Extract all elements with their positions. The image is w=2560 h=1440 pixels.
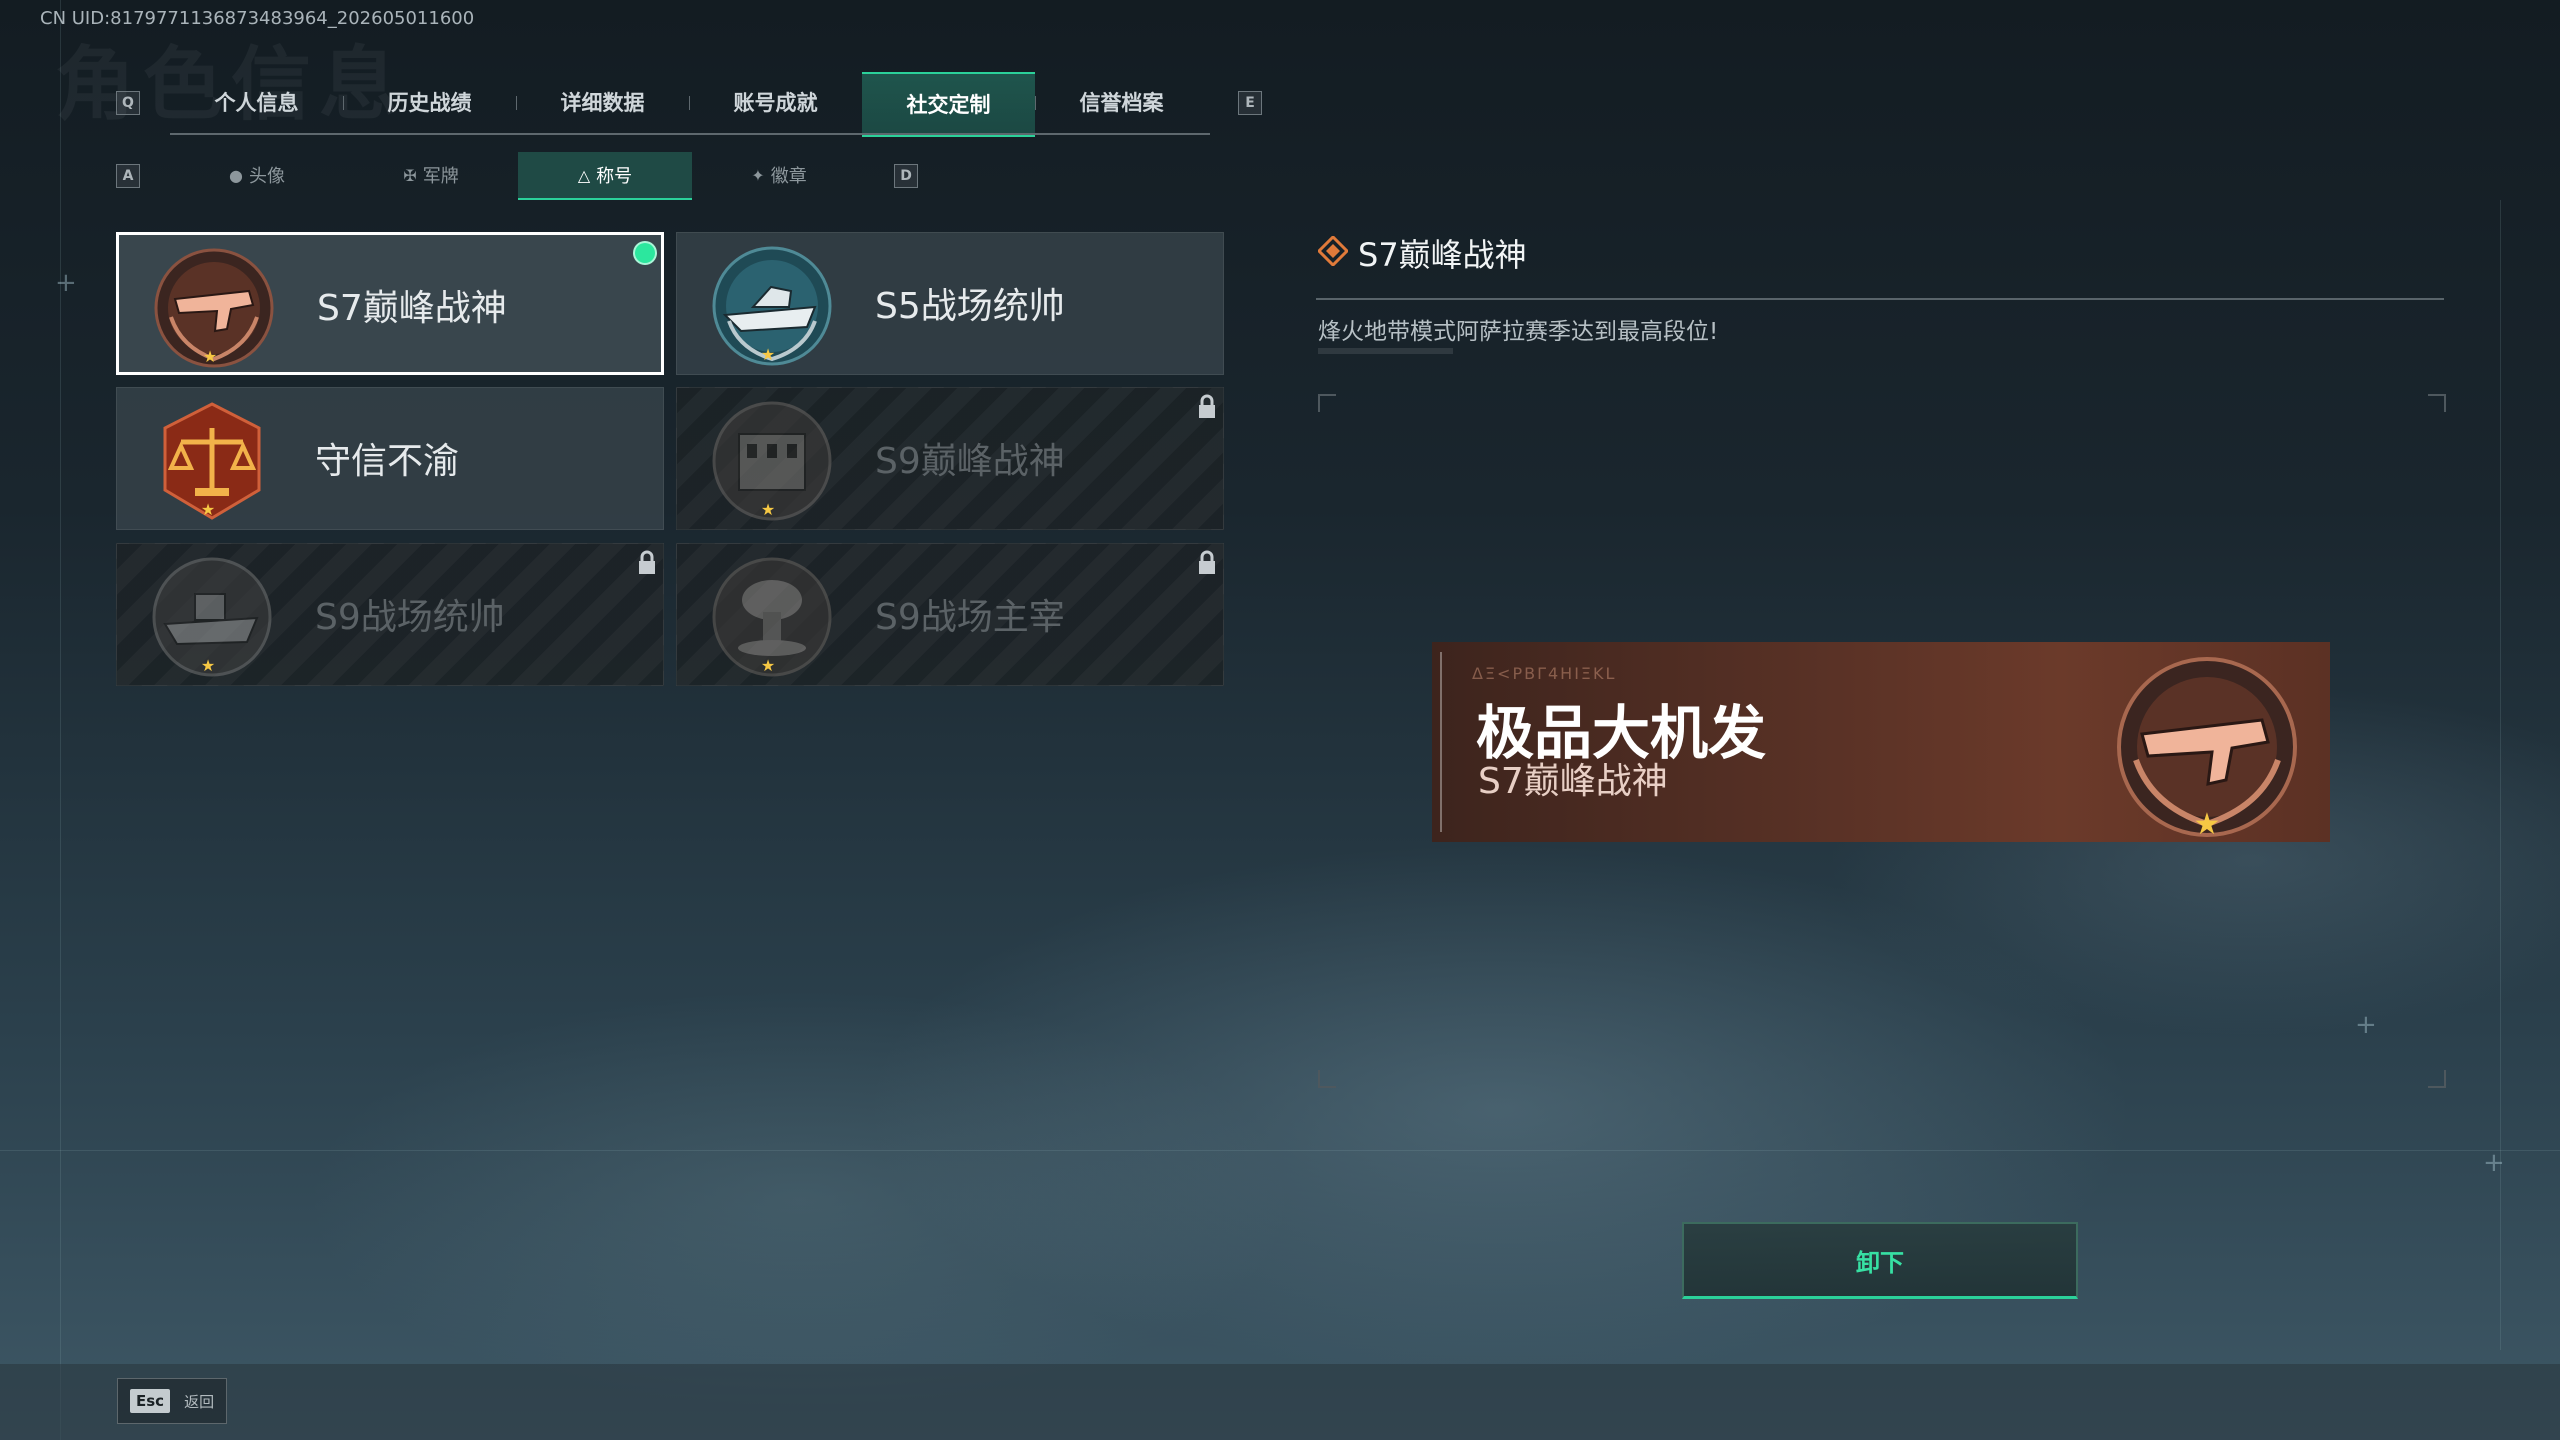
detail-description: 烽火地带模式阿萨拉赛季达到最高段位!	[1318, 319, 1719, 345]
sub-tab-bar: ● 头像 ✠ 军牌 △ 称号 ✦ 徽章	[170, 152, 866, 200]
prev-subtab-key[interactable]: A	[116, 164, 140, 188]
title-preview-banner: ΔΞ<ΡΒΓ4ΗΙΞΚL 极品大机发 S7巅峰战神 ★	[1432, 642, 2330, 842]
unequip-button[interactable]: 卸下	[1682, 1222, 2078, 1299]
subtab-title[interactable]: △ 称号	[518, 152, 692, 200]
badge-icon: ✦	[751, 165, 765, 185]
tab-social-custom[interactable]: 社交定制	[862, 72, 1035, 137]
lock-icon	[1199, 394, 1215, 418]
prev-tab-key[interactable]: Q	[116, 91, 140, 115]
subtab-avatar-label: 头像	[248, 166, 285, 187]
panel-corner	[1318, 1070, 1336, 1088]
panel-corner	[1318, 394, 1336, 412]
equipped-indicator	[633, 241, 657, 265]
title-card-s9-peak[interactable]: ★ S9巅峰战神	[676, 387, 1224, 530]
lock-icon	[639, 550, 655, 574]
next-subtab-key[interactable]: D	[894, 164, 918, 188]
svg-text:★: ★	[2194, 807, 2221, 842]
tab-achievements[interactable]: 账号成就	[689, 72, 862, 132]
star-icon: ★	[760, 345, 776, 364]
subtab-dogtag[interactable]: ✠ 军牌	[344, 152, 518, 198]
star-icon: ★	[200, 656, 216, 675]
star-icon: ★	[760, 656, 776, 675]
banner-bracket	[1440, 652, 1454, 832]
panel-corner	[2428, 1070, 2446, 1088]
next-tab-key[interactable]: E	[1238, 91, 1262, 115]
subtab-badge-label: 徽章	[770, 166, 807, 187]
title-name: 守信不渝	[315, 441, 460, 482]
title-name: S9战场主宰	[875, 597, 1065, 638]
star-icon: ★	[202, 347, 218, 366]
preview-title: S7巅峰战神	[1478, 761, 1668, 802]
esc-key: Esc	[130, 1389, 171, 1413]
subtab-dogtag-label: 军牌	[422, 166, 459, 187]
tab-credit-file[interactable]: 信誉档案	[1035, 72, 1208, 132]
title-card-s5-commander[interactable]: ★ S5战场统帅	[676, 232, 1224, 375]
title-name: S9巅峰战神	[875, 441, 1065, 482]
gun-medal-icon: ★	[2117, 657, 2297, 842]
title-name: S9战场统帅	[315, 597, 505, 638]
back-label: 返回	[184, 1392, 215, 1411]
title-icon: △	[577, 165, 591, 185]
lock-icon	[1199, 550, 1215, 574]
title-name: S5战场统帅	[875, 286, 1065, 327]
tab-divider	[170, 133, 1210, 135]
back-button[interactable]: Esc 返回	[117, 1378, 227, 1424]
title-card-s9-dominator[interactable]: ★ S9战场主宰	[676, 543, 1224, 686]
person-icon: ●	[229, 165, 243, 185]
star-icon: ★	[760, 500, 776, 519]
detail-sub-bar	[1318, 348, 1453, 354]
subtab-title-label: 称号	[596, 166, 633, 187]
title-card-s9-commander[interactable]: ★ S9战场统帅	[116, 543, 664, 686]
footer-bar	[0, 1364, 2560, 1440]
rarity-diamond-icon	[1318, 236, 1348, 266]
subtab-badge[interactable]: ✦ 徽章	[692, 152, 866, 198]
banner-glyphs: ΔΞ<ΡΒΓ4ΗΙΞΚL	[1472, 664, 1617, 683]
tab-detailed-stats[interactable]: 详细数据	[516, 72, 689, 132]
star-icon: ★	[200, 500, 216, 519]
tab-personal-info[interactable]: 个人信息	[170, 72, 343, 132]
title-name: S7巅峰战神	[317, 288, 507, 329]
detail-title: S7巅峰战神	[1358, 236, 1527, 274]
title-card-s7-peak[interactable]: ★ S7巅峰战神	[116, 232, 664, 375]
title-card-trustworthy[interactable]: ★ 守信不渝	[116, 387, 664, 530]
subtab-avatar[interactable]: ● 头像	[170, 152, 344, 198]
dogtag-icon: ✠	[403, 165, 417, 185]
tab-match-history[interactable]: 历史战绩	[343, 72, 516, 132]
main-tab-bar: 个人信息 历史战绩 详细数据 账号成就 社交定制 信誉档案	[170, 72, 1208, 137]
detail-divider	[1316, 298, 2444, 300]
panel-corner	[2428, 394, 2446, 412]
